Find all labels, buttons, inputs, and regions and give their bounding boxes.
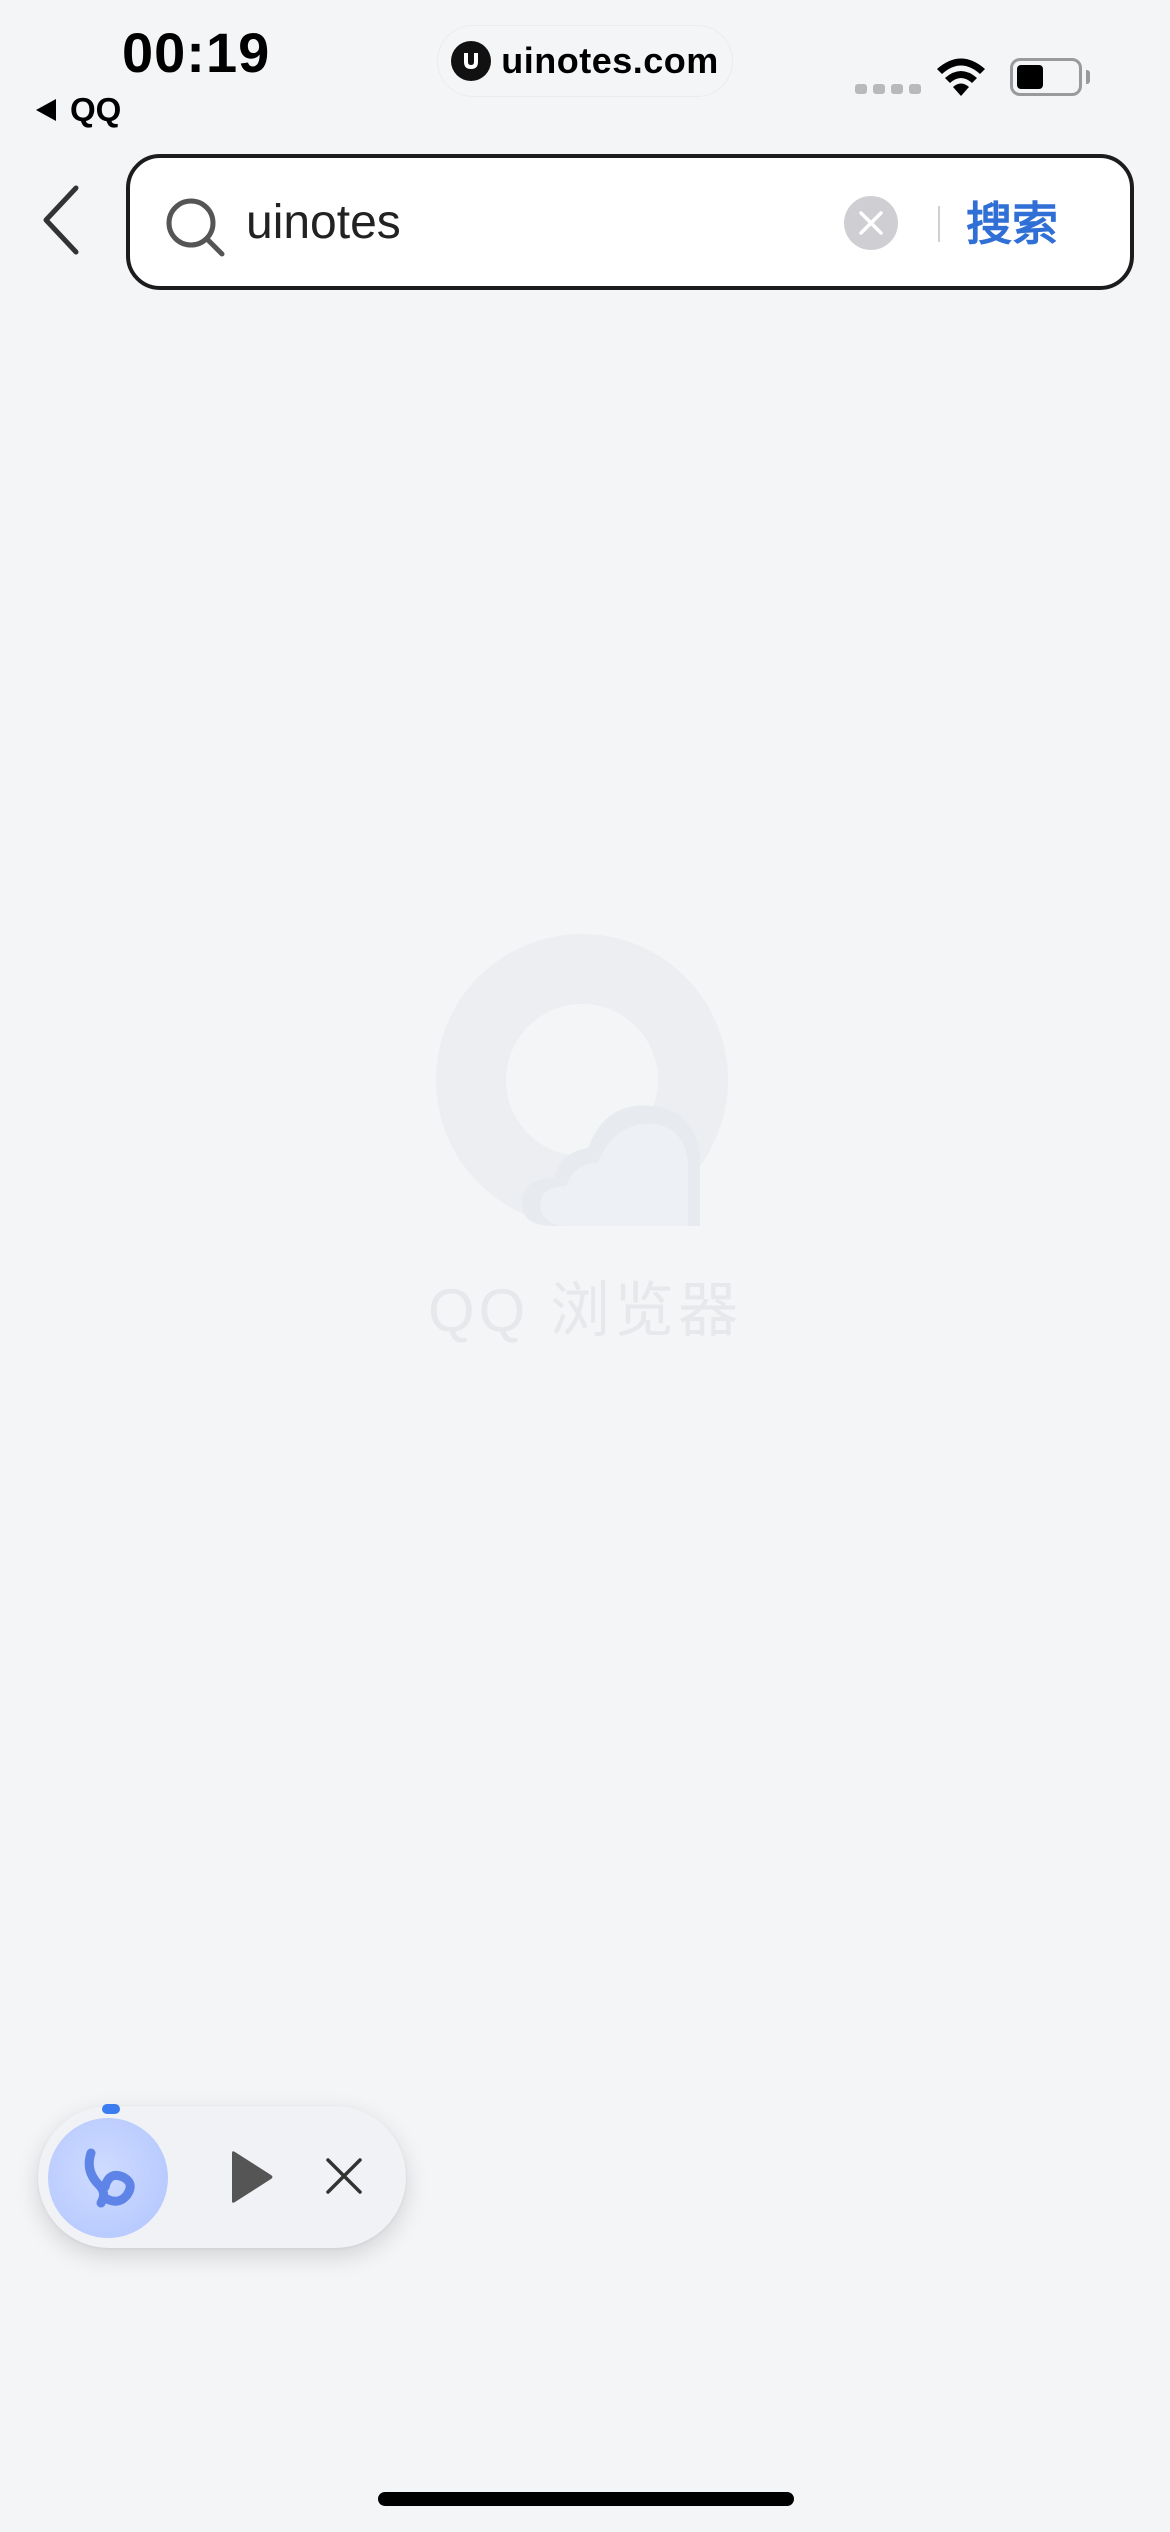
audio-assistant-icon [84, 2148, 135, 2208]
divider [938, 206, 940, 242]
status-time: 00:19 [122, 21, 271, 84]
audio-assistant-button[interactable] [48, 2118, 168, 2238]
uinotes-logo-icon [451, 41, 492, 81]
back-app-label: QQ [70, 91, 122, 128]
wifi-icon [937, 58, 985, 96]
watermark-text: QQ 浏览器 [427, 1277, 742, 1344]
close-player-icon[interactable] [324, 2156, 364, 2196]
battery-cap [1086, 70, 1090, 84]
url-text: uinotes.com [501, 40, 719, 81]
search-icon [166, 198, 225, 257]
close-icon [859, 211, 883, 235]
search-button[interactable]: 搜索 [966, 192, 1058, 256]
clear-input-button[interactable] [844, 196, 898, 250]
floating-audio-player [38, 2104, 406, 2248]
battery-icon [1010, 58, 1082, 96]
qq-browser-logo-icon [436, 934, 728, 1226]
play-icon[interactable] [228, 2150, 274, 2204]
home-indicator[interactable] [378, 2492, 794, 2506]
chevron-left-icon [43, 185, 79, 255]
player-indicator-dot [102, 2104, 120, 2114]
back-button[interactable] [30, 180, 90, 260]
cellular-signal-icon [855, 84, 921, 94]
url-pill[interactable]: uinotes.com [438, 26, 732, 96]
back-triangle-icon [36, 99, 56, 121]
search-input[interactable] [246, 184, 806, 260]
search-box[interactable]: 搜索 [126, 154, 1134, 290]
back-to-app-link[interactable]: QQ [36, 90, 121, 130]
